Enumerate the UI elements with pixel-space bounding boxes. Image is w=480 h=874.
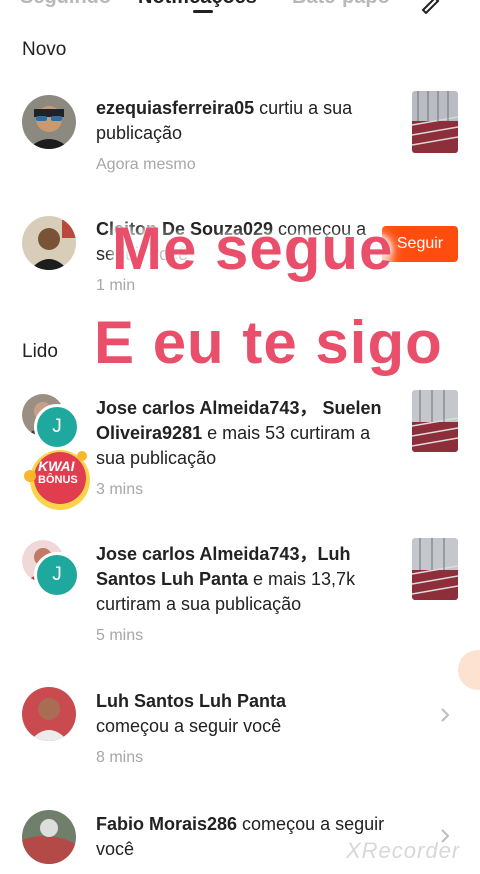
- section-new-label: Novo: [22, 39, 67, 60]
- section-read-label: Lido: [22, 341, 58, 362]
- notification-text: Jose carlos Almeida743， Suelen Oliveira9…: [96, 396, 396, 471]
- timestamp: 5 mins: [96, 627, 144, 644]
- notification-text: Jose carlos Almeida743，Luh Santos Luh Pa…: [96, 542, 396, 617]
- tab-notificacoes[interactable]: Notificações: [138, 0, 257, 9]
- timestamp: 3 mins: [96, 481, 144, 498]
- recorder-watermark: XRecorder: [346, 838, 461, 863]
- bonus-label: BÔNUS: [38, 474, 78, 486]
- user-name[interactable]: ezequiasferreira05: [96, 98, 254, 118]
- user-name[interactable]: Fabio Morais286: [96, 814, 237, 834]
- chevron-right-icon[interactable]: [438, 707, 452, 723]
- avatar[interactable]: [22, 95, 76, 149]
- timestamp: Agora mesmo: [96, 156, 196, 173]
- timestamp: 8 mins: [96, 749, 144, 766]
- overlay-text-line2: E eu te sigo: [94, 309, 443, 376]
- avatar[interactable]: [22, 687, 76, 741]
- post-thumbnail[interactable]: [412, 390, 458, 452]
- post-thumbnail[interactable]: [412, 91, 458, 153]
- top-tab-bar: Seguindo Notificações Bate-papo: [0, 0, 480, 24]
- tab-seguindo[interactable]: Seguindo: [20, 0, 111, 9]
- avatar[interactable]: [22, 216, 76, 270]
- edit-icon[interactable]: [420, 0, 442, 14]
- kwai-label: KWAI: [38, 458, 75, 474]
- post-thumbnail[interactable]: [412, 538, 458, 600]
- avatar-initial-badge[interactable]: J: [34, 404, 80, 450]
- floating-bubble[interactable]: [458, 650, 480, 690]
- notification-text: ezequiasferreira05 curtiu a sua publicaç…: [96, 96, 396, 146]
- active-tab-indicator: [193, 10, 213, 13]
- notification-text: Luh Santos Luh Panta começou a seguir vo…: [96, 689, 396, 739]
- overlay-text-line1: Me segue: [112, 215, 394, 282]
- kwai-bonus-badge[interactable]: KWAI BÔNUS: [22, 446, 94, 512]
- tab-bate-papo[interactable]: Bate-papo: [292, 0, 390, 9]
- avatar[interactable]: [22, 810, 76, 864]
- user-name[interactable]: Luh Santos Luh Panta: [96, 691, 286, 711]
- avatar-initial-badge[interactable]: J: [34, 552, 80, 598]
- action-text: começou a seguir você: [96, 716, 282, 736]
